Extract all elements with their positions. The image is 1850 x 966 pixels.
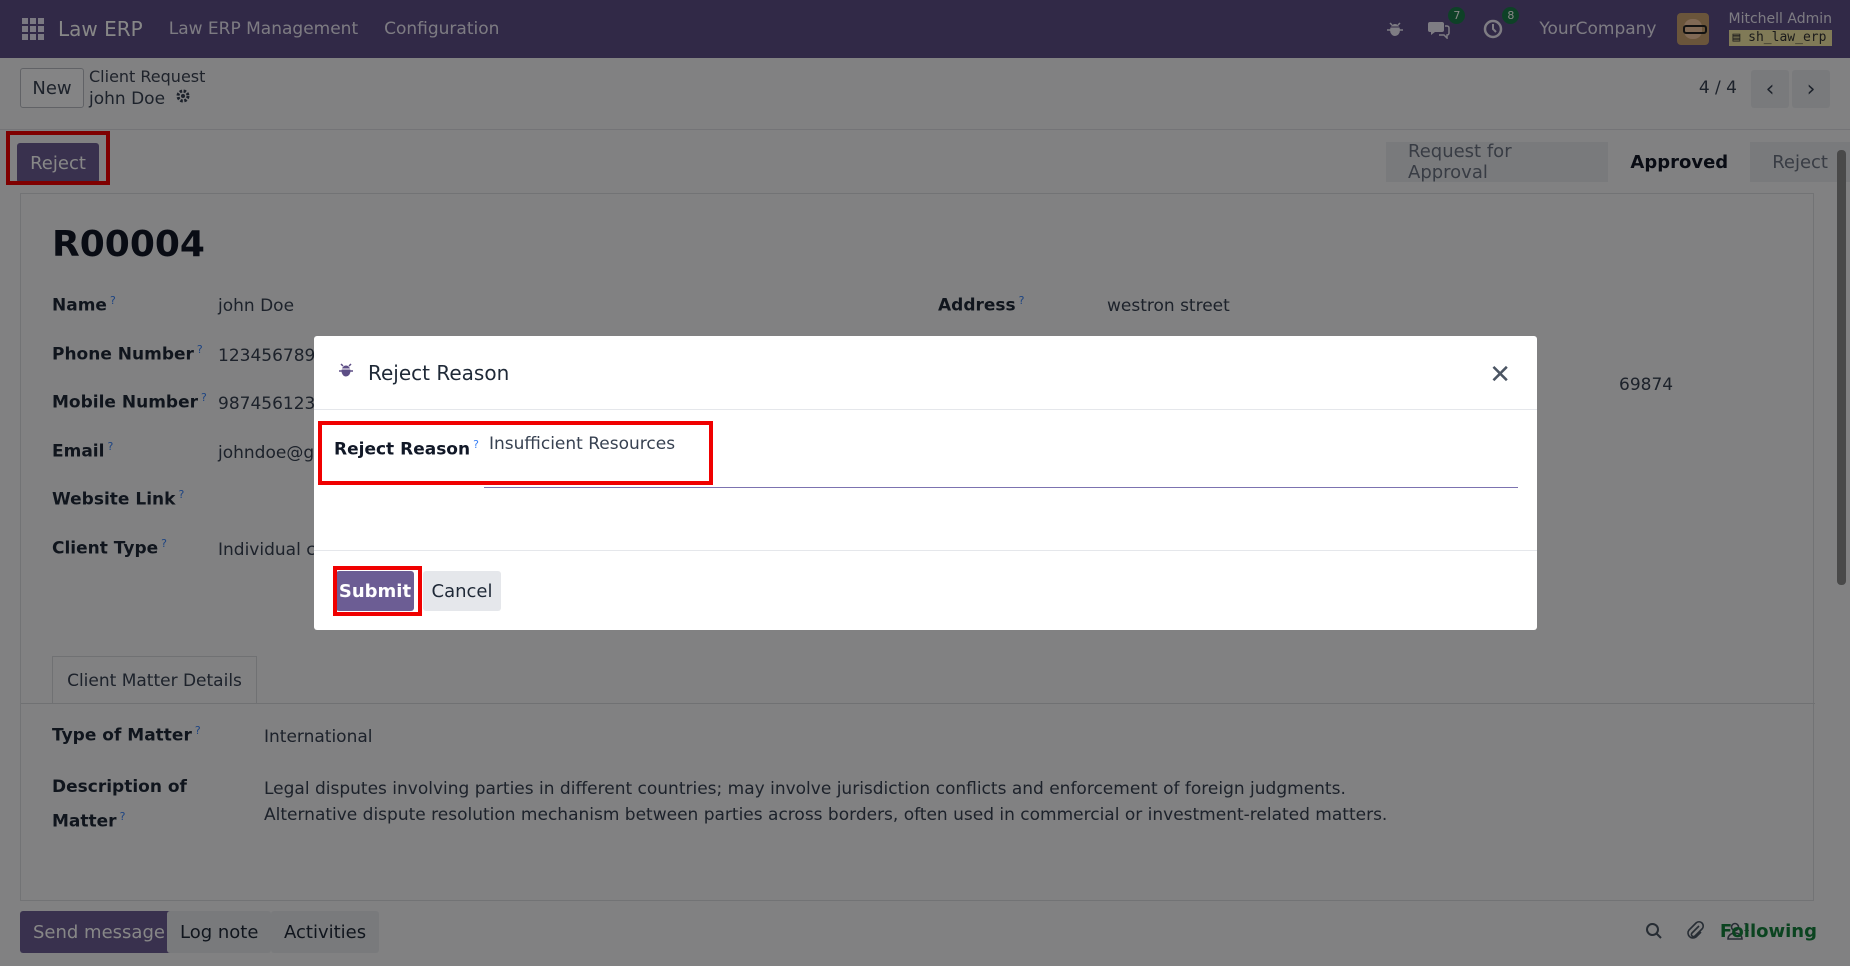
highlight-box-reject-reason (318, 421, 713, 485)
modal-header: Reject Reason ✕ (314, 336, 1537, 410)
bug-icon (338, 362, 354, 383)
modal-footer: Submit Cancel (314, 550, 1537, 630)
reject-reason-dialog: Reject Reason ✕ Reject Reason? Insuffici… (314, 336, 1537, 630)
modal-title: Reject Reason (368, 360, 510, 385)
cancel-button[interactable]: Cancel (423, 571, 501, 611)
modal-body: Reject Reason? Insufficient Resources (314, 410, 1537, 550)
highlight-box-submit (333, 566, 422, 616)
close-icon[interactable]: ✕ (1489, 360, 1511, 390)
